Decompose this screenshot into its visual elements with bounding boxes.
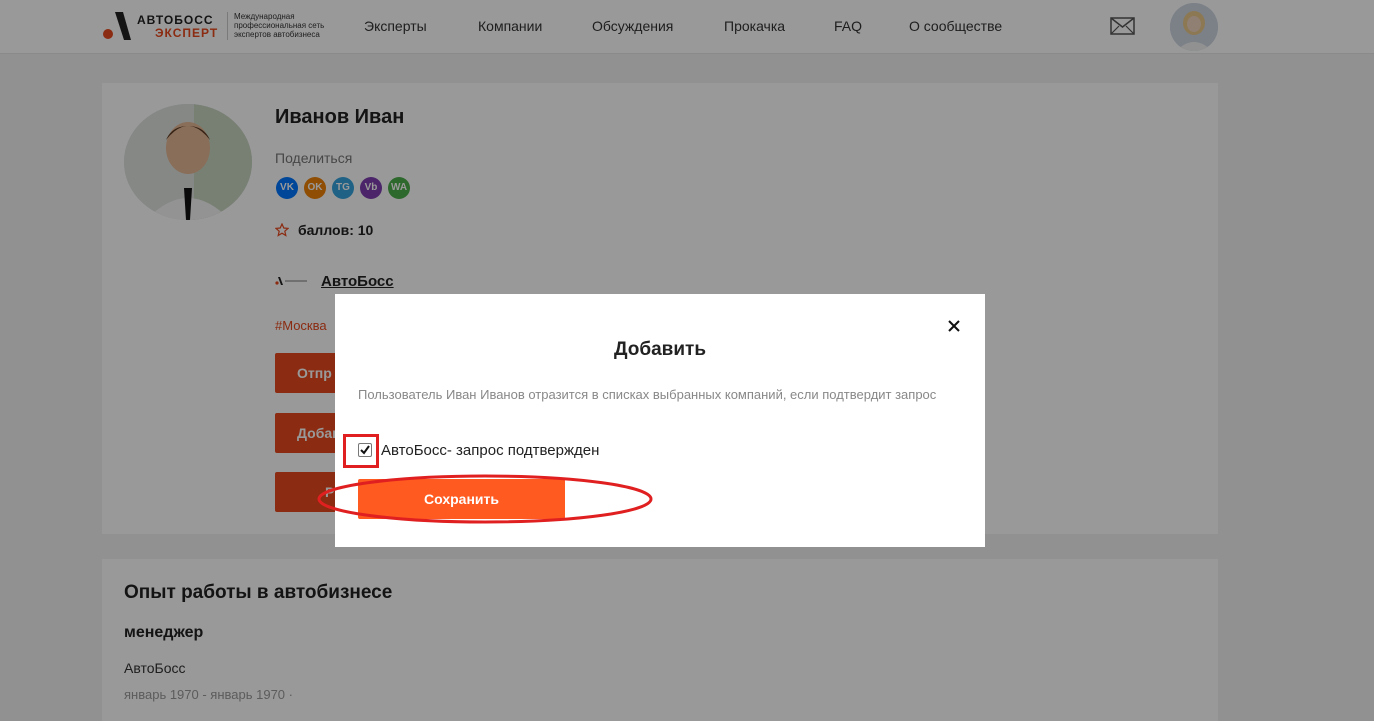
save-button-highlight <box>317 474 653 524</box>
checkbox-highlight <box>343 434 379 468</box>
close-icon[interactable] <box>944 316 964 336</box>
modal-title: Добавить <box>613 339 707 360</box>
confirm-checkbox-label[interactable]: АвтоБосс- запрос подтвержден <box>381 442 599 459</box>
modal-description: Пользователь Иван Иванов отразится в спи… <box>358 387 937 402</box>
